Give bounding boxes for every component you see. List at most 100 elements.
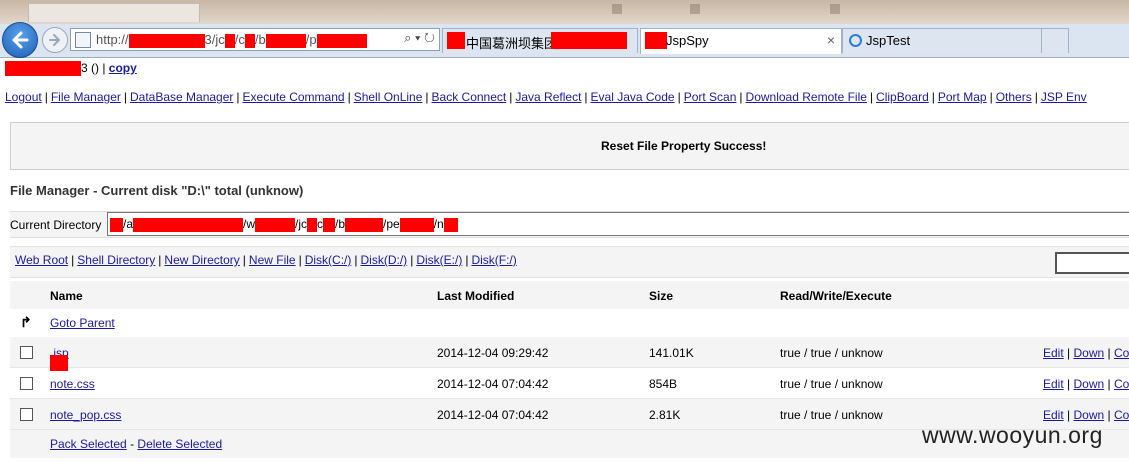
copy-file-link[interactable]: Co xyxy=(1114,377,1129,391)
nav-link-download-remote-file[interactable]: Download Remote File xyxy=(746,90,867,104)
redaction xyxy=(110,217,123,232)
redaction xyxy=(443,217,458,232)
new-tab-button[interactable] xyxy=(1041,28,1069,53)
nav-link-jsp-env[interactable]: JSP Env xyxy=(1041,90,1087,104)
row-checkbox[interactable] xyxy=(20,377,33,390)
nav-link-database-manager[interactable]: DataBase Manager xyxy=(130,90,233,104)
nav-separator: | xyxy=(869,90,874,104)
delete-selected-link[interactable]: Delete Selected xyxy=(137,437,222,451)
page-favicon-icon xyxy=(75,32,91,48)
nav-link-shell-online[interactable]: Shell OnLine xyxy=(354,90,423,104)
down-link[interactable]: Down xyxy=(1073,408,1104,422)
file-name-cell: note.css xyxy=(50,377,95,391)
quick-link-disk-d[interactable]: Disk(D:/) xyxy=(361,253,408,267)
edit-link[interactable]: Edit xyxy=(1043,408,1064,422)
redaction xyxy=(551,32,627,49)
nav-separator: | xyxy=(425,90,429,104)
copy-file-link[interactable]: Co xyxy=(1114,408,1129,422)
goto-parent-row: ↱ Goto Parent xyxy=(10,309,1129,338)
redaction xyxy=(399,217,434,232)
down-link[interactable]: Down xyxy=(1073,346,1104,360)
footer-actions: Pack Selected - Delete Selected xyxy=(50,437,222,451)
actions-cell: Edit | Down | Co xyxy=(1043,377,1129,391)
nav-separator: | xyxy=(123,90,127,104)
filter-input[interactable] xyxy=(1055,252,1129,274)
tab-jsptest[interactable]: JspTest xyxy=(842,28,1042,53)
nav-separator: | xyxy=(509,90,513,104)
actions-cell: Edit | Down | Co xyxy=(1043,346,1129,360)
nav-separator: | xyxy=(931,90,935,104)
nav-link-logout[interactable]: Logout xyxy=(5,90,42,104)
quick-links-bar: Web Root | Shell Directory | New Directory | N… xyxy=(10,246,1129,278)
file-name-cell: note_pop.css xyxy=(50,408,121,422)
column-header-size: Size xyxy=(649,289,674,303)
tab-jspspy[interactable]: JspSpy × xyxy=(640,28,842,54)
close-tab-icon[interactable]: × xyxy=(827,32,835,48)
quick-link-new-file[interactable]: New File xyxy=(249,253,296,267)
nav-link-port-map[interactable]: Port Map xyxy=(938,90,987,104)
nav-link-execute-command[interactable]: Execute Command xyxy=(243,90,345,104)
file-name-cell: .jsp xyxy=(50,346,69,371)
nav-separator: | xyxy=(584,90,588,104)
pack-selected-link[interactable]: Pack Selected xyxy=(50,437,127,451)
nav-link-port-scan[interactable]: Port Scan xyxy=(684,90,737,104)
background-window-tab xyxy=(28,3,200,22)
file-link[interactable]: note_pop.css xyxy=(50,408,121,422)
edit-link[interactable]: Edit xyxy=(1043,377,1064,391)
row-checkbox[interactable] xyxy=(20,346,33,359)
file-link[interactable]: note.css xyxy=(50,377,95,391)
redaction xyxy=(5,61,81,77)
window-icon xyxy=(830,4,840,14)
quick-link-shell-directory[interactable]: Shell Directory xyxy=(77,253,155,267)
tab-cgg[interactable]: 中国葛洲坝集团 xyxy=(442,28,638,53)
nav-link-back-connect[interactable]: Back Connect xyxy=(432,90,507,104)
rwx-cell: true / true / unknow xyxy=(780,346,883,360)
address-bar[interactable]: http://3/jc/c/b/p ⌕ ▾ ↻ xyxy=(70,28,440,51)
nav-link-file-manager[interactable]: File Manager xyxy=(51,90,121,104)
quick-link-new-directory[interactable]: New Directory xyxy=(164,253,239,267)
nav-separator: | xyxy=(989,90,993,104)
row-checkbox[interactable] xyxy=(20,408,33,421)
nav-link-others[interactable]: Others xyxy=(996,90,1032,104)
user-info-line: 3 () | copy xyxy=(5,61,137,77)
quick-link-separator: | xyxy=(242,253,246,267)
status-message-box: Reset File Property Success! xyxy=(10,122,1129,170)
modified-cell: 2014-12-04 07:04:42 xyxy=(437,408,549,422)
column-header-modified: Last Modified xyxy=(437,289,515,303)
arrow-left-icon xyxy=(12,31,29,49)
nav-separator: | xyxy=(44,90,48,104)
size-cell: 2.81K xyxy=(649,408,681,422)
address-tools-icons[interactable]: ⌕ ▾ ↻ xyxy=(404,30,435,46)
nav-link-eval-java-code[interactable]: Eval Java Code xyxy=(591,90,675,104)
quick-link-separator: | xyxy=(71,253,75,267)
quick-link-disk-f[interactable]: Disk(F:/) xyxy=(471,253,516,267)
table-row: .jsp 2014-12-04 09:29:42 141.01K true / … xyxy=(10,337,1129,371)
quick-link-separator: | xyxy=(298,253,302,267)
nav-separator: | xyxy=(236,90,240,104)
goto-parent-link[interactable]: Goto Parent xyxy=(50,316,115,330)
size-cell: 854B xyxy=(649,377,678,391)
quick-link-web-root[interactable]: Web Root xyxy=(15,253,68,267)
copy-link[interactable]: copy xyxy=(109,61,137,75)
quick-link-disk-e[interactable]: Disk(E:/) xyxy=(416,253,462,267)
quick-link-disk-c[interactable]: Disk(C:/) xyxy=(305,253,352,267)
redaction xyxy=(316,33,367,48)
nav-separator: | xyxy=(347,90,351,104)
down-link[interactable]: Down xyxy=(1073,377,1104,391)
redaction xyxy=(255,217,296,232)
column-header-name: Name xyxy=(50,289,83,303)
nav-link-clipboard[interactable]: ClipBoard xyxy=(876,90,929,104)
redaction xyxy=(224,33,235,48)
tab-label: 中国葛洲坝集团 xyxy=(466,36,558,51)
back-button[interactable] xyxy=(2,22,38,58)
nav-link-java-reflect[interactable]: Java Reflect xyxy=(515,90,581,104)
main-nav: Logout | File Manager | DataBase Manager | Exe… xyxy=(5,90,1087,104)
tab-label: JspTest xyxy=(866,33,911,48)
forward-button[interactable] xyxy=(42,27,68,53)
current-directory-input[interactable]: /a/w/jc c/b/pe/n xyxy=(107,212,1129,236)
status-message: Reset File Property Success! xyxy=(601,139,767,153)
file-table-header: Name Last Modified Size Read/Write/Execu… xyxy=(10,281,1129,309)
edit-link[interactable]: Edit xyxy=(1043,346,1064,360)
copy-file-link[interactable]: Co xyxy=(1114,346,1129,360)
rwx-cell: true / true / unknow xyxy=(780,377,883,391)
